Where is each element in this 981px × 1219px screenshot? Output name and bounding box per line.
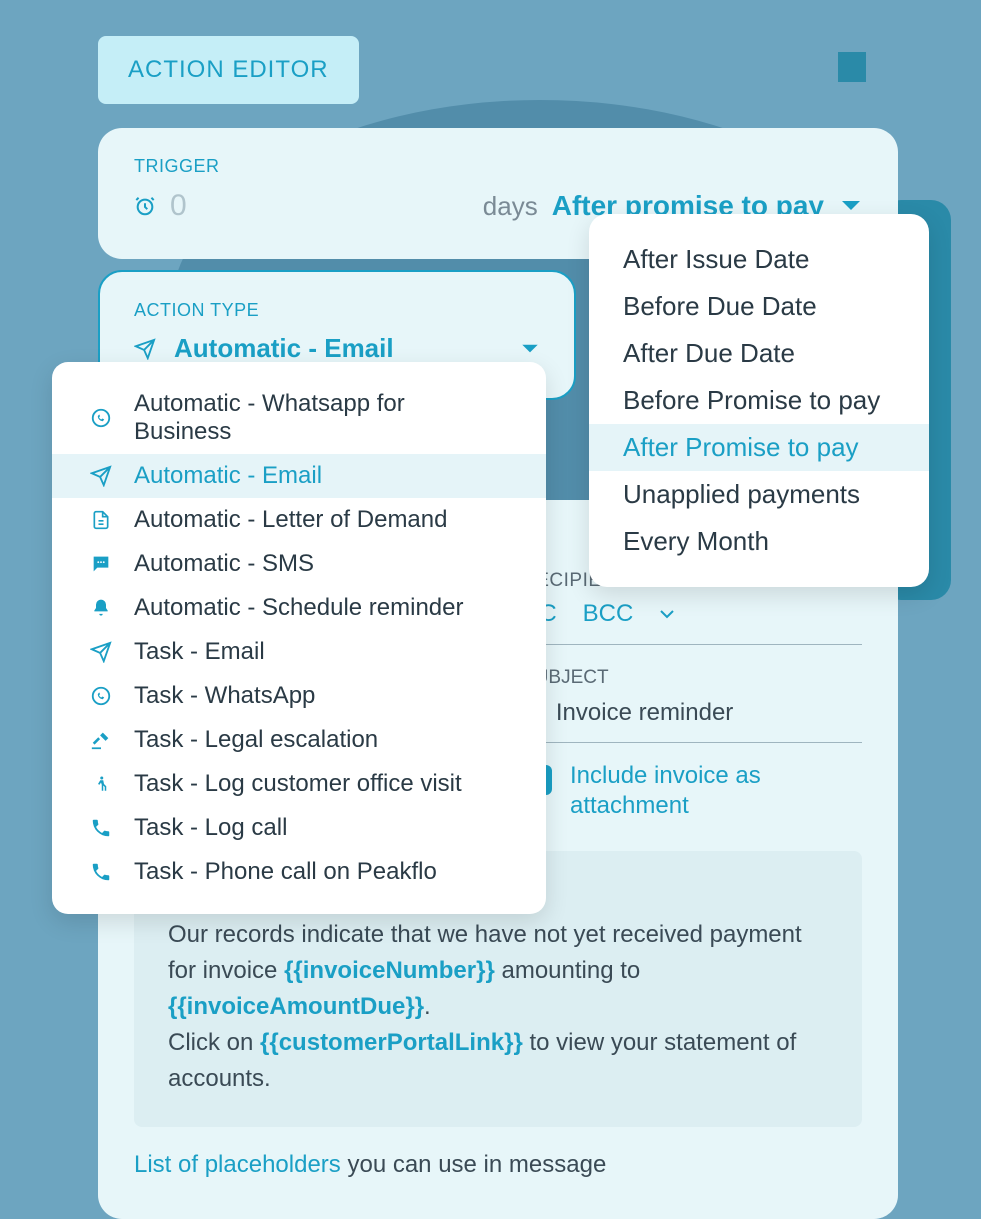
- msg-text: .: [424, 993, 431, 1020]
- trigger-option[interactable]: After Issue Date: [589, 236, 929, 283]
- placeholders-help: List of placeholders you can use in mess…: [134, 1151, 862, 1179]
- trigger-option[interactable]: After Due Date: [589, 330, 929, 377]
- action-option[interactable]: Task - Log customer office visit: [52, 762, 546, 806]
- gavel-icon: [90, 729, 112, 751]
- action-option[interactable]: Automatic - Schedule reminder: [52, 586, 546, 630]
- action-option[interactable]: Automatic - Whatsapp for Business: [52, 382, 546, 454]
- document-icon-bg: [838, 52, 866, 82]
- subject-label: SUBJECT: [522, 667, 862, 689]
- placeholders-text: you can use in message: [341, 1151, 607, 1178]
- chevron-down-icon: [520, 343, 540, 355]
- action-option[interactable]: Automatic - Letter of Demand: [52, 498, 546, 542]
- send-icon: [90, 641, 112, 663]
- msg-text: Click on: [168, 1029, 260, 1056]
- walk-icon: [90, 773, 112, 795]
- send-icon: [134, 338, 156, 360]
- send-icon: [90, 465, 112, 487]
- whatsapp-icon: [90, 685, 112, 707]
- chevron-down-icon[interactable]: [659, 609, 675, 619]
- msg-text: amounting to: [495, 957, 640, 984]
- action-option-label: Task - Legal escalation: [134, 726, 378, 754]
- trigger-days-input[interactable]: 0: [134, 189, 187, 223]
- action-option-label: Task - WhatsApp: [134, 682, 315, 710]
- whatsapp-icon: [90, 407, 112, 429]
- chevron-down-icon: [840, 199, 862, 213]
- action-editor-badge: ACTION EDITOR: [98, 36, 359, 104]
- action-option-label: Task - Log customer office visit: [134, 770, 462, 798]
- trigger-option[interactable]: Every Month: [589, 518, 929, 565]
- clock-icon: [134, 195, 156, 217]
- action-option[interactable]: Task - Log call: [52, 806, 546, 850]
- action-option-label: Automatic - Schedule reminder: [134, 594, 463, 622]
- trigger-label: TRIGGER: [134, 156, 862, 177]
- action-option-label: Task - Email: [134, 638, 265, 666]
- placeholder-amount: {{invoiceAmountDue}}: [168, 993, 424, 1020]
- phone-icon: [90, 817, 112, 839]
- phone-icon: [90, 861, 112, 883]
- trigger-option[interactable]: Before Promise to pay: [589, 377, 929, 424]
- action-option-label: Task - Phone call on Peakflo: [134, 858, 437, 886]
- days-suffix: days: [483, 191, 538, 222]
- placeholder-link: {{customerPortalLink}}: [260, 1029, 523, 1056]
- action-option-label: Automatic - SMS: [134, 550, 314, 578]
- action-option-selected[interactable]: Automatic - Email: [52, 454, 546, 498]
- days-value: 0: [170, 189, 187, 223]
- action-option[interactable]: Task - Phone call on Peakflo: [52, 850, 546, 894]
- placeholders-link[interactable]: List of placeholders: [134, 1151, 341, 1178]
- trigger-option[interactable]: Unapplied payments: [589, 471, 929, 518]
- action-option-label: Task - Log call: [134, 814, 287, 842]
- action-option-label: Automatic - Whatsapp for Business: [134, 390, 508, 446]
- action-option[interactable]: Task - WhatsApp: [52, 674, 546, 718]
- action-option[interactable]: Task - Email: [52, 630, 546, 674]
- sms-icon: [90, 553, 112, 575]
- trigger-option[interactable]: Before Due Date: [589, 283, 929, 330]
- action-type-selected: Automatic - Email: [174, 333, 394, 364]
- bell-icon: [90, 597, 112, 619]
- action-option[interactable]: Task - Legal escalation: [52, 718, 546, 762]
- placeholder-invoice: {{invoiceNumber}}: [284, 957, 495, 984]
- action-option-label: Automatic - Email: [134, 462, 322, 490]
- subject-input[interactable]: Invoice reminder: [556, 699, 733, 727]
- include-attachment-label: Include invoice as attachment: [570, 761, 862, 821]
- action-option[interactable]: Automatic - SMS: [52, 542, 546, 586]
- bcc-button[interactable]: BCC: [583, 600, 634, 628]
- action-type-dropdown: Automatic - Whatsapp for Business Automa…: [52, 362, 546, 914]
- trigger-dropdown-menu: After Issue Date Before Due Date After D…: [589, 214, 929, 587]
- action-type-select[interactable]: Automatic - Email: [134, 333, 540, 364]
- action-type-label: ACTION TYPE: [134, 300, 540, 321]
- document-icon: [90, 509, 112, 531]
- trigger-option-selected[interactable]: After Promise to pay: [589, 424, 929, 471]
- action-option-label: Automatic - Letter of Demand: [134, 506, 447, 534]
